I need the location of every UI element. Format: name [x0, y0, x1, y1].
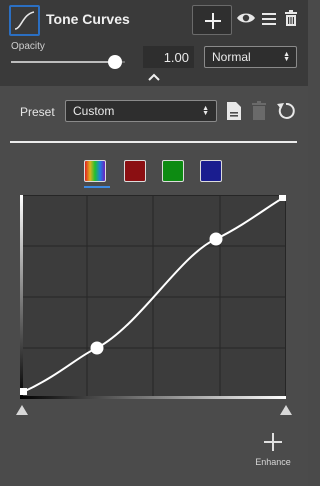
channel-green-button[interactable] — [162, 160, 184, 182]
plus-icon — [272, 433, 274, 451]
preset-label: Preset — [20, 105, 55, 119]
opacity-value-field[interactable]: 1.00 — [143, 46, 194, 68]
trash-icon[interactable] — [285, 10, 297, 26]
eye-icon[interactable] — [236, 11, 256, 25]
reset-icon[interactable] — [276, 101, 296, 121]
curve-control-point[interactable] — [90, 341, 104, 355]
blend-mode-value: Normal — [212, 50, 251, 64]
tone-curve-layer-icon[interactable] — [9, 5, 40, 36]
black-point-handle[interactable] — [16, 405, 28, 415]
opacity-slider-fill — [11, 61, 115, 63]
opacity-label: Opacity — [11, 41, 45, 52]
updown-arrows-icon: ▲ ▼ — [283, 51, 290, 63]
curve-control-point[interactable] — [209, 232, 223, 246]
preset-select[interactable]: Custom ▲ ▼ — [65, 100, 217, 122]
updown-arrows-icon: ▲ ▼ — [202, 105, 209, 117]
save-preset-icon[interactable] — [226, 101, 242, 121]
enhance-button[interactable]: Enhance — [250, 432, 296, 472]
channel-blue-button[interactable] — [200, 160, 222, 182]
delete-preset-icon[interactable] — [252, 101, 266, 120]
curve-endpoint-white[interactable] — [279, 195, 286, 201]
selected-channel-indicator — [84, 186, 110, 188]
layer-header-panel: Tone Curves Opacity 1.00 Normal ▲ ▼ — [0, 0, 308, 86]
input-gradient-bar — [20, 396, 286, 399]
output-gradient-bar — [20, 195, 23, 399]
layer-title: Tone Curves — [46, 11, 130, 27]
opacity-slider-thumb[interactable] — [108, 55, 122, 69]
curve-endpoint-black[interactable] — [20, 388, 27, 395]
enhance-label: Enhance — [255, 457, 291, 467]
white-point-handle[interactable] — [280, 405, 292, 415]
menu-icon[interactable] — [262, 12, 276, 26]
preset-value: Custom — [73, 104, 115, 118]
tone-curve-graph[interactable] — [20, 195, 286, 399]
blend-mode-select[interactable]: Normal ▲ ▼ — [204, 46, 297, 68]
channel-red-button[interactable] — [124, 160, 146, 182]
add-layer-button[interactable] — [192, 5, 232, 35]
channel-rgb-button[interactable] — [84, 160, 106, 182]
collapse-chevron-icon[interactable] — [148, 73, 160, 81]
panel-divider — [10, 141, 297, 143]
